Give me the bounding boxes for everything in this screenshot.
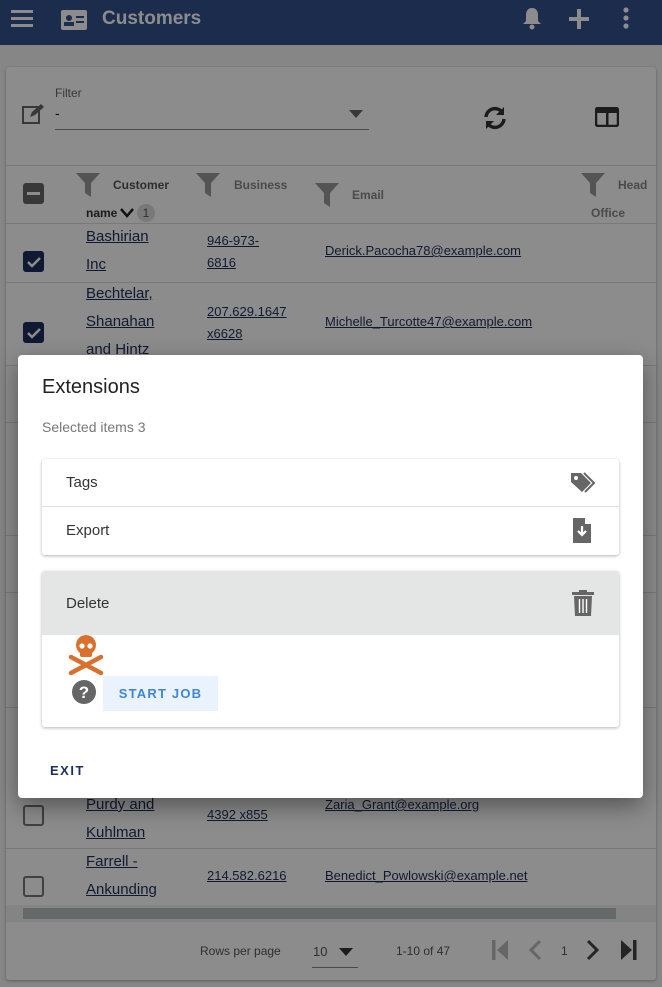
extension-item-export[interactable]: Export [42, 507, 619, 555]
tags-icon [571, 472, 596, 493]
item-label: Export [66, 522, 110, 539]
extensions-list: Tags Export [42, 459, 619, 555]
selected-items-count: Selected items 3 [42, 419, 146, 435]
exit-button[interactable]: EXIT [50, 763, 85, 778]
start-job-button[interactable]: START JOB [103, 676, 218, 711]
skull-crossbones-icon [68, 635, 104, 675]
item-label: Tags [66, 474, 98, 491]
svg-text:?: ? [79, 683, 89, 702]
extension-item-tags[interactable]: Tags [42, 459, 619, 507]
extension-item-delete[interactable]: Delete [42, 571, 619, 635]
extensions-dialog: Extensions Selected items 3 Tags Export … [18, 355, 643, 798]
help-icon[interactable]: ? [72, 680, 96, 704]
trash-icon [572, 590, 594, 616]
delete-extension-panel: Delete ? START JOB [42, 571, 619, 727]
item-label: Delete [66, 595, 110, 612]
dialog-title: Extensions [42, 376, 140, 398]
file-download-icon [573, 518, 591, 543]
